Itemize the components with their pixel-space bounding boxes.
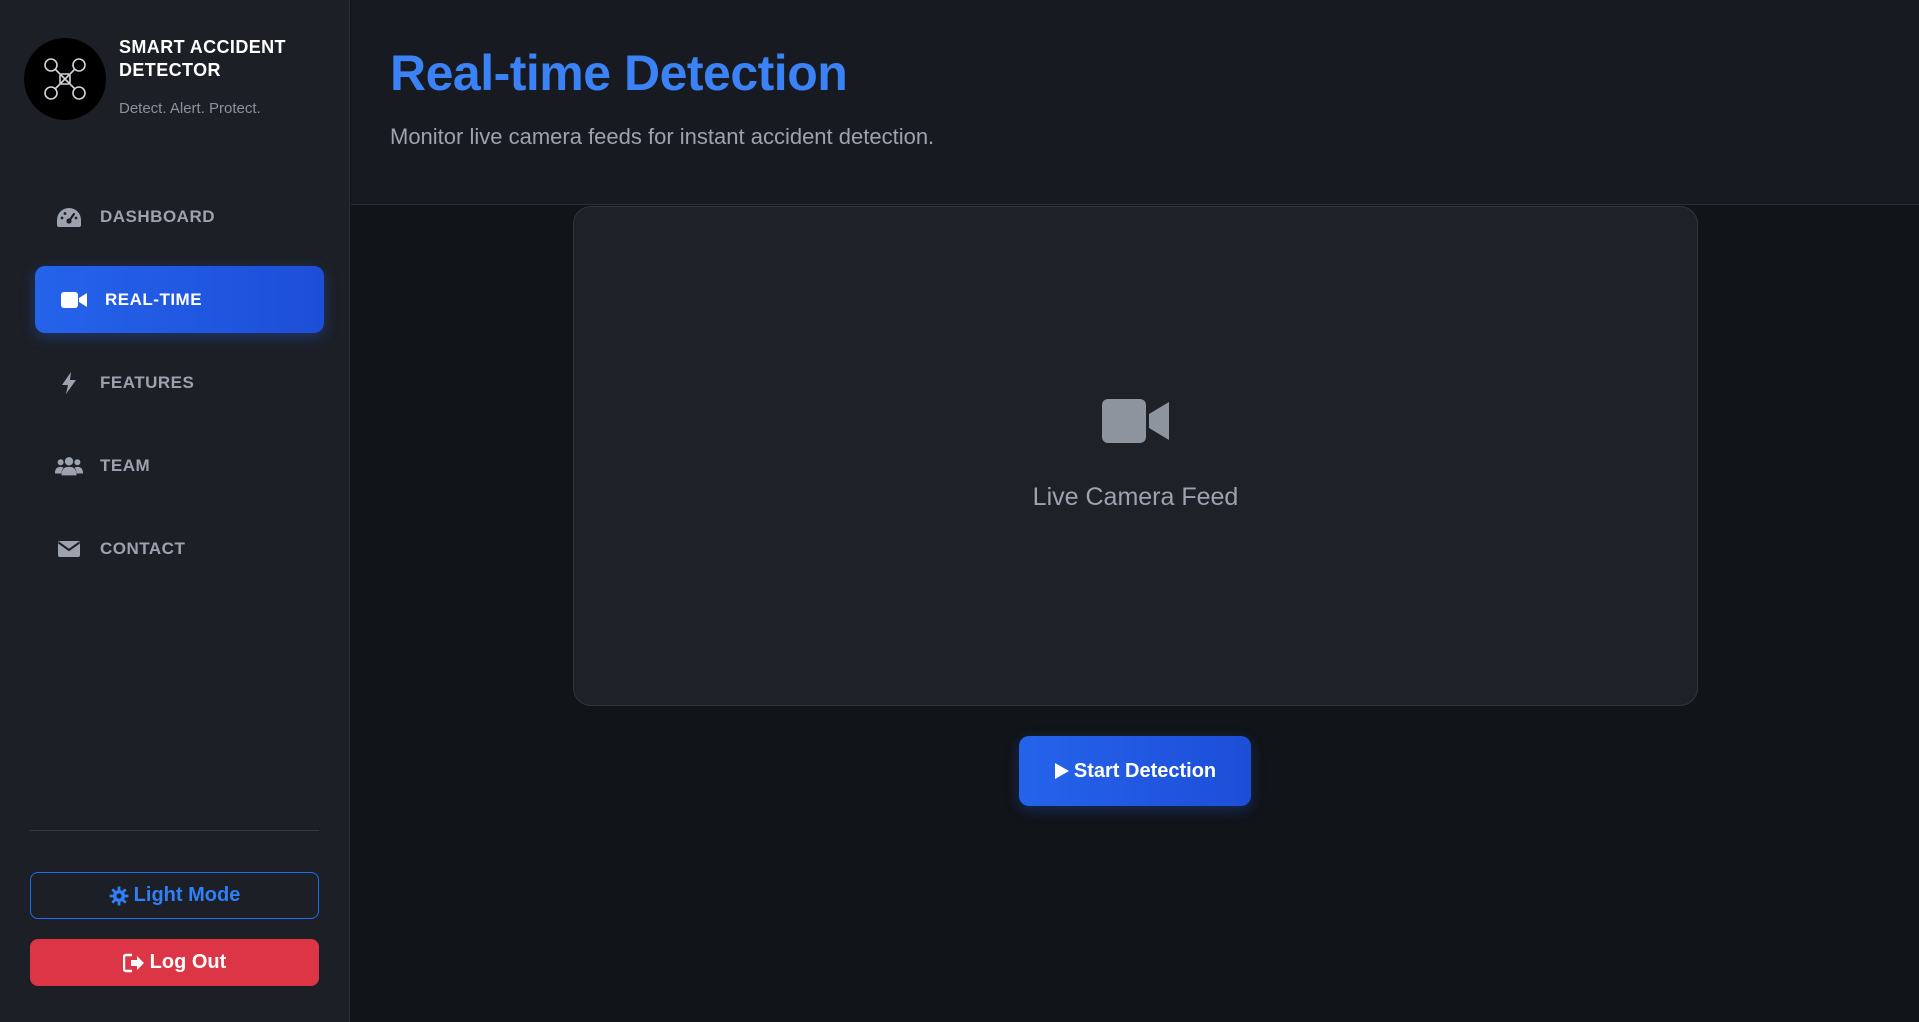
- sidebar-item-contact[interactable]: CONTACT: [35, 515, 324, 582]
- page-subtitle: Monitor live camera feeds for instant ac…: [390, 124, 935, 149]
- sidebar-divider: [30, 830, 319, 831]
- sidebar-item-label: REAL-TIME: [105, 289, 203, 309]
- sidebar-item-dashboard[interactable]: DASHBOARD: [35, 183, 324, 250]
- gauge-icon: [55, 205, 83, 229]
- light-mode-label: Light Mode: [133, 884, 241, 906]
- start-detection-button[interactable]: Start Detection: [1019, 736, 1251, 806]
- light-mode-button[interactable]: Light Mode: [30, 872, 319, 919]
- logo[interactable]: [24, 38, 106, 120]
- drone-icon: [44, 58, 86, 100]
- gear-icon: [109, 886, 129, 906]
- users-icon: [55, 454, 83, 478]
- feed-label: Live Camera Feed: [1032, 483, 1239, 511]
- sidebar-item-label: CONTACT: [100, 538, 186, 558]
- envelope-icon: [55, 537, 83, 561]
- page-header: Real-time Detection Monitor live camera …: [351, 0, 1919, 205]
- start-detection-label: Start Detection: [1073, 759, 1217, 782]
- sidebar-item-label: FEATURES: [100, 372, 195, 392]
- sidebar-nav: DASHBOARD REAL-TIME FEATURES TEAM CONTAC…: [35, 183, 324, 598]
- video-camera-icon: [60, 288, 88, 312]
- sidebar-item-features[interactable]: FEATURES: [35, 349, 324, 416]
- app: SMART ACCIDENT DETECTOR Detect. Alert. P…: [0, 0, 1919, 1022]
- brand: SMART ACCIDENT DETECTOR Detect. Alert. P…: [24, 36, 334, 126]
- logout-button[interactable]: Log Out: [30, 939, 319, 986]
- video-camera-icon: [1102, 399, 1169, 443]
- sidebar-item-team[interactable]: TEAM: [35, 432, 324, 499]
- page-title: Real-time Detection: [390, 45, 848, 101]
- logout-label: Log Out: [149, 951, 227, 973]
- sidebar: SMART ACCIDENT DETECTOR Detect. Alert. P…: [0, 0, 350, 1022]
- brand-title: SMART ACCIDENT DETECTOR: [119, 37, 286, 80]
- bolt-icon: [55, 371, 83, 395]
- sidebar-item-real-time[interactable]: REAL-TIME: [35, 266, 324, 333]
- play-icon: [1054, 762, 1070, 780]
- sign-out-icon: [122, 953, 145, 973]
- sidebar-item-label: DASHBOARD: [100, 206, 215, 226]
- live-camera-feed: Live Camera Feed: [573, 206, 1698, 706]
- brand-tagline: Detect. Alert. Protect.: [119, 100, 261, 117]
- sidebar-item-label: TEAM: [100, 455, 151, 475]
